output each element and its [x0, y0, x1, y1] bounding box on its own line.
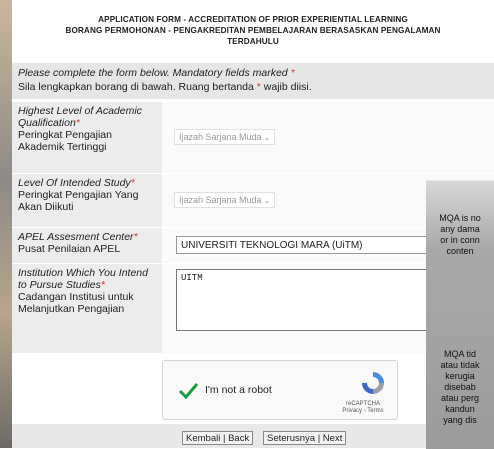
disclaimer-line: atau perg: [440, 393, 480, 403]
disclaimer-line: or in conn: [440, 235, 480, 245]
header-title-en: APPLICATION FORM - ACCREDITATION OF PRIO…: [98, 15, 408, 24]
application-form: APPLICATION FORM - ACCREDITATION OF PRIO…: [12, 0, 494, 448]
recaptcha-logo-icon: [362, 372, 384, 394]
captcha-label: I'm not a robot: [205, 384, 272, 396]
disclaimer-line: kandun: [445, 404, 475, 414]
study-level-label: Level Of Intended Study* Peringkat Penga…: [12, 174, 162, 227]
disclaimer-line: kerugia: [445, 371, 475, 381]
required-asterisk: *: [256, 81, 261, 93]
form-header: APPLICATION FORM - ACCREDITATION OF PRIO…: [12, 0, 494, 47]
disclaimer-line: atau tidak: [440, 360, 480, 370]
disclaimer-line: MQA is no: [439, 213, 481, 223]
disclaimer-line: yang dis: [443, 415, 477, 425]
background-photo-strip: [0, 0, 12, 448]
chevron-down-icon: ⌄: [263, 196, 271, 205]
instructions-ms-suffix: wajib diisi.: [263, 81, 312, 93]
recaptcha-widget: I'm not a robot reCAPTCHA Privacy - Term…: [162, 360, 398, 420]
instructions-en: Please complete the form below. Mandator…: [18, 67, 288, 79]
disclaimer-line: any dama: [440, 224, 480, 234]
required-asterisk: *: [290, 67, 295, 79]
recaptcha-links[interactable]: Privacy - Terms: [333, 408, 393, 415]
institution-row: Institution Which You Intend to Pursue S…: [12, 263, 494, 353]
disclaimer-panel: MQA is no any dama or in conn conten MQA…: [426, 180, 494, 449]
form-instructions: Please complete the form below. Mandator…: [12, 63, 494, 99]
button-bar: Kembali | Back Seterusnya | Next: [12, 424, 494, 448]
center-row: APEL Assesment Center* Pusat Penilaian A…: [12, 227, 494, 263]
header-title-ms: BORANG PERMOHONAN - PENGAKREDITAN PEMBEL…: [65, 26, 441, 35]
disclaimer-line: conten: [446, 246, 474, 256]
chevron-down-icon: ⌄: [263, 133, 271, 142]
disclaimer-line: MQA tid: [443, 349, 476, 359]
study-level-select[interactable]: Ijazah Sarjana Muda ⌄: [174, 192, 276, 208]
back-button[interactable]: Kembali | Back: [182, 431, 254, 445]
study-level-row: Level Of Intended Study* Peringkat Penga…: [12, 173, 494, 227]
center-label: APEL Assesment Center* Pusat Penilaian A…: [12, 228, 162, 263]
header-title-ms-cont: TERDAHULU: [227, 37, 279, 46]
disclaimer-line: disebab: [444, 382, 476, 392]
qualification-label: Highest Level of Academic Qualification*…: [12, 102, 162, 173]
recaptcha-brand: reCAPTCHA: [345, 401, 380, 407]
checkmark-icon[interactable]: [177, 380, 199, 402]
qualification-row: Highest Level of Academic Qualification*…: [12, 101, 494, 173]
next-button[interactable]: Seterusnya | Next: [263, 431, 347, 445]
instructions-ms: Sila lengkapkan borang di bawah. Ruang b…: [18, 81, 254, 93]
qualification-select[interactable]: Ijazah Sarjana Muda ⌄: [174, 129, 276, 145]
institution-label: Institution Which You Intend to Pursue S…: [12, 264, 162, 353]
